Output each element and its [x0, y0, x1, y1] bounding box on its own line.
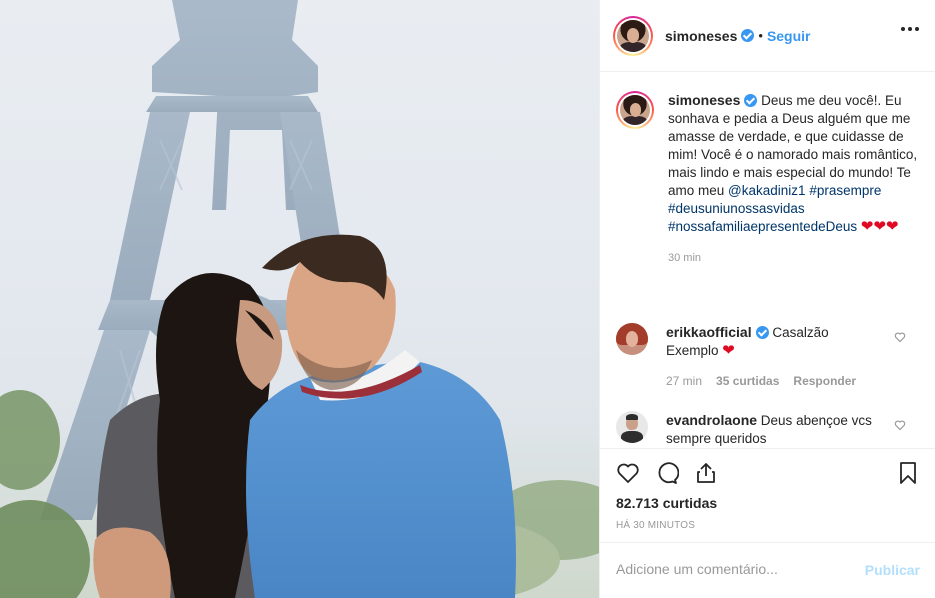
hashtag-link[interactable]: #prasempre	[809, 183, 881, 198]
add-comment-bar: Publicar	[600, 542, 935, 598]
photo-illustration	[0, 0, 599, 598]
heart-emoji: ❤	[722, 342, 735, 359]
follow-button[interactable]: Seguir	[767, 28, 811, 44]
heart-emoji: ❤	[873, 218, 887, 235]
comment-item: evandrolaone Deus abençoe vcs sempre que…	[616, 411, 926, 447]
more-options-icon[interactable]	[901, 27, 919, 31]
comment-meta: 27 min 35 curtidas Responder	[666, 372, 888, 390]
verified-badge-icon	[741, 29, 755, 42]
verified-badge-icon	[755, 326, 769, 339]
comment-text: Deus abençoe vcs	[760, 413, 872, 428]
small-heart-icon[interactable]	[894, 331, 906, 343]
verified-badge-icon	[744, 94, 758, 107]
heart-emoji: ❤	[886, 218, 899, 235]
commenter-username[interactable]: evandrolaone	[666, 412, 757, 428]
comment-text-line2: sempre queridos	[666, 431, 767, 446]
caption-mention-link[interactable]: @kakadiniz1	[728, 183, 806, 198]
reply-button[interactable]: Responder	[793, 372, 856, 390]
comments-list[interactable]: simoneses Deus me deu você!. Eu sonhava …	[600, 73, 935, 447]
post-actions: 82.713 curtidas HÁ 30 MINUTOS	[600, 448, 935, 543]
comment-likes[interactable]: 35 curtidas	[716, 372, 779, 390]
comment-text-line2: Exemplo	[666, 343, 719, 358]
heart-icon[interactable]	[616, 461, 640, 485]
caption-timestamp[interactable]: 30 min	[668, 249, 918, 267]
author-avatar[interactable]	[613, 15, 653, 56]
publish-button[interactable]: Publicar	[865, 562, 920, 578]
small-heart-icon[interactable]	[894, 419, 906, 431]
post-side-panel: simoneses • Seguir simoneses Deus me deu…	[599, 0, 935, 598]
add-comment-input[interactable]	[616, 561, 856, 577]
separator-dot: •	[758, 28, 763, 43]
bookmark-icon[interactable]	[896, 461, 920, 485]
hashtag-link[interactable]: #deusuniunossasvidas	[668, 201, 805, 216]
caption-avatar[interactable]	[616, 91, 654, 129]
caption-username[interactable]: simoneses	[668, 92, 740, 108]
post-caption: simoneses Deus me deu você!. Eu sonhava …	[616, 91, 926, 267]
likes-count[interactable]: 82.713 curtidas	[616, 495, 717, 511]
comment-item: erikkaofficial Casalzão Exemplo ❤ 27 min…	[616, 323, 926, 390]
commenter-avatar[interactable]	[616, 411, 648, 443]
comment-body: erikkaofficial Casalzão Exemplo ❤ 27 min…	[666, 323, 888, 390]
post-photo[interactable]	[0, 0, 599, 598]
comment-body: evandrolaone Deus abençoe vcs sempre que…	[666, 411, 888, 447]
post-timestamp[interactable]: HÁ 30 MINUTOS	[616, 520, 695, 531]
caption-text-block: simoneses Deus me deu você!. Eu sonhava …	[668, 91, 918, 267]
author-username[interactable]: simoneses	[665, 28, 737, 44]
commenter-username[interactable]: erikkaofficial	[666, 324, 752, 340]
commenter-avatar[interactable]	[616, 323, 648, 355]
comment-icon[interactable]	[655, 461, 679, 485]
instagram-post: simoneses • Seguir simoneses Deus me deu…	[0, 0, 935, 598]
comment-text: Casalzão	[772, 325, 829, 340]
post-header: simoneses • Seguir	[600, 0, 935, 72]
share-icon[interactable]	[694, 461, 718, 485]
heart-emoji: ❤	[860, 218, 874, 235]
comment-timestamp[interactable]: 27 min	[666, 372, 702, 390]
action-icons	[616, 461, 718, 485]
hashtag-link[interactable]: #nossafamiliaepresentedeDeus	[668, 219, 857, 234]
